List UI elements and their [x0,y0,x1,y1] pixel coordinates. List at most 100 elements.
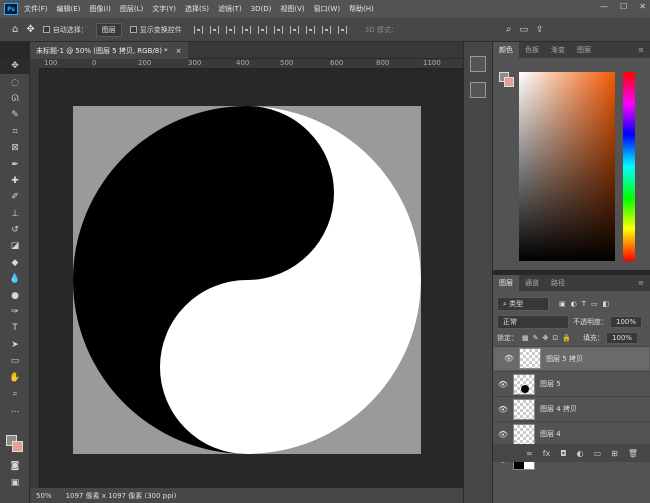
move-tool-icon[interactable]: ✥ [0,58,30,75]
quick-select-tool-icon[interactable]: ✎ [0,107,30,123]
document-tab[interactable]: 未标题-1 @ 50% (图层 5 拷贝, RGB/8) * × [30,42,188,59]
link-layers-icon[interactable]: ∞ [526,449,533,458]
panel-background-swatch[interactable] [504,77,514,87]
align-right-icon[interactable] [225,25,235,34]
auto-select-dropdown[interactable]: 图层 [95,22,122,37]
path-select-tool-icon[interactable]: ➤ [0,337,30,353]
tab-color[interactable]: 颜色 [493,42,519,58]
layer-row[interactable]: 👁 图层 5 拷贝 [493,346,650,371]
quick-mask-icon[interactable]: ◙ [0,458,30,474]
maximize-button[interactable]: ☐ [620,2,627,11]
zoom-level[interactable]: 50% [36,492,52,500]
menu-view[interactable]: 视图(V) [280,4,304,14]
document-info[interactable]: 1097 像素 x 1097 像素 (300 ppi) [66,491,177,501]
menu-edit[interactable]: 编辑(E) [57,4,81,14]
visibility-eye-icon[interactable]: 👁 [493,430,513,439]
crop-tool-icon[interactable]: ⌗ [0,124,30,140]
marquee-tool-icon[interactable]: ◌ [0,74,30,90]
layer-row[interactable]: 👁 图层 4 拷贝 [493,396,650,421]
document-canvas[interactable] [73,106,421,454]
distribute-v-icon[interactable] [321,25,331,34]
eraser-tool-icon[interactable]: ◪ [0,238,30,254]
lock-icons[interactable]: ▦✎✥⊡🔒 [522,334,575,342]
menu-layer[interactable]: 图层(L) [120,4,143,14]
pen-tool-icon[interactable]: ✑ [0,304,30,320]
background-color-swatch[interactable] [12,441,23,452]
search-icon[interactable]: ⌕ [506,24,512,35]
panel-menu-icon[interactable]: ≡ [638,46,644,54]
home-icon[interactable]: ⌂ [12,24,18,35]
minimize-button[interactable]: — [600,2,608,11]
color-picker-field[interactable] [519,72,615,261]
history-brush-tool-icon[interactable]: ↺ [0,222,30,238]
tab-channels[interactable]: 通道 [519,275,545,291]
menu-3d[interactable]: 3D(D) [251,5,272,13]
layer-row[interactable]: 👁 图层 5 [493,371,650,396]
more-tools-icon[interactable]: … [0,402,30,418]
tab-swatches[interactable]: 色板 [519,42,545,58]
rectangle-tool-icon[interactable]: ▭ [0,353,30,369]
layer-style-icon[interactable]: fx [543,449,551,458]
tab-layers[interactable]: 图层 [493,275,519,291]
menu-image[interactable]: 图像(I) [89,4,111,14]
share-icon[interactable]: ⇪ [536,25,544,35]
show-transform-toggle[interactable]: 显示变换控件 [129,25,182,35]
fill-input[interactable]: 100% [605,332,638,344]
layer-filter-dropdown[interactable]: ⌕ 类型 [497,297,549,311]
menu-select[interactable]: 选择(S) [185,4,209,14]
paint-bucket-tool-icon[interactable]: ◆ [0,255,30,271]
blur-tool-icon[interactable]: 💧 [0,271,30,287]
filter-icons[interactable]: ▣◐T▭◧ [559,300,614,308]
properties-panel-icon[interactable] [470,82,486,98]
menu-help[interactable]: 帮助(H) [349,4,374,14]
blend-mode-dropdown[interactable]: 正常 [497,315,569,329]
align-center-icon[interactable] [209,25,219,34]
layer-row[interactable]: 👁 图层 4 [493,421,650,446]
tab-gradients[interactable]: 渐变 [545,42,571,58]
workspace-icon[interactable]: ▭ [519,25,528,35]
auto-select-toggle[interactable]: 自动选择： [42,25,88,35]
opacity-input[interactable]: 100% [610,316,643,328]
type-tool-icon[interactable]: T [0,320,30,336]
align-left-icon[interactable] [193,25,203,34]
hand-tool-icon[interactable]: ✋ [0,369,30,385]
lasso-tool-icon[interactable]: ᘏ [0,91,30,107]
align-bottom-icon[interactable] [273,25,283,34]
close-tab-icon[interactable]: × [176,47,182,55]
close-button[interactable]: ✕ [639,2,646,11]
move-tool-icon[interactable]: ✥ [26,24,34,35]
distribute-h-icon[interactable] [305,25,315,34]
add-mask-icon[interactable]: ◘ [560,449,566,458]
visibility-eye-icon[interactable]: 👁 [493,405,513,414]
clone-stamp-tool-icon[interactable]: ⊥ [0,206,30,222]
hue-slider[interactable] [623,72,635,261]
delete-layer-icon[interactable]: 🗑 [628,449,638,458]
healing-brush-tool-icon[interactable]: ✚ [0,173,30,189]
adjustment-layer-icon[interactable]: ◐ [577,449,584,458]
menu-window[interactable]: 窗口(W) [314,4,340,14]
layers-menu-icon[interactable]: ≡ [638,279,644,287]
visibility-eye-icon[interactable]: 👁 [499,354,519,363]
tab-paths[interactable]: 路径 [545,275,571,291]
more-options-icon[interactable] [337,25,347,34]
show-transform-checkbox[interactable] [129,26,137,33]
visibility-eye-icon[interactable]: 👁 [493,380,513,389]
distribute-icon[interactable] [289,25,299,34]
menu-type[interactable]: 文字(Y) [152,4,176,14]
dodge-tool-icon[interactable]: ● [0,287,30,303]
align-middle-icon[interactable] [257,25,267,34]
new-layer-icon[interactable]: ⊞ [611,449,618,458]
screen-mode-icon[interactable]: ▣ [0,475,30,491]
auto-select-checkbox[interactable] [42,26,50,33]
align-top-icon[interactable] [241,25,251,34]
history-panel-icon[interactable] [470,56,486,72]
eyedropper-tool-icon[interactable]: ✒ [0,156,30,172]
new-group-icon[interactable]: ▭ [594,449,602,458]
brush-tool-icon[interactable]: ✐ [0,189,30,205]
zoom-tool-icon[interactable]: ⌕ [0,386,30,402]
menu-file[interactable]: 文件(F) [24,4,48,14]
menu-filter[interactable]: 滤镜(T) [218,4,242,14]
tab-patterns[interactable]: 图案 [571,42,597,58]
canvas-area[interactable] [40,69,463,488]
frame-tool-icon[interactable]: ⊠ [0,140,30,156]
